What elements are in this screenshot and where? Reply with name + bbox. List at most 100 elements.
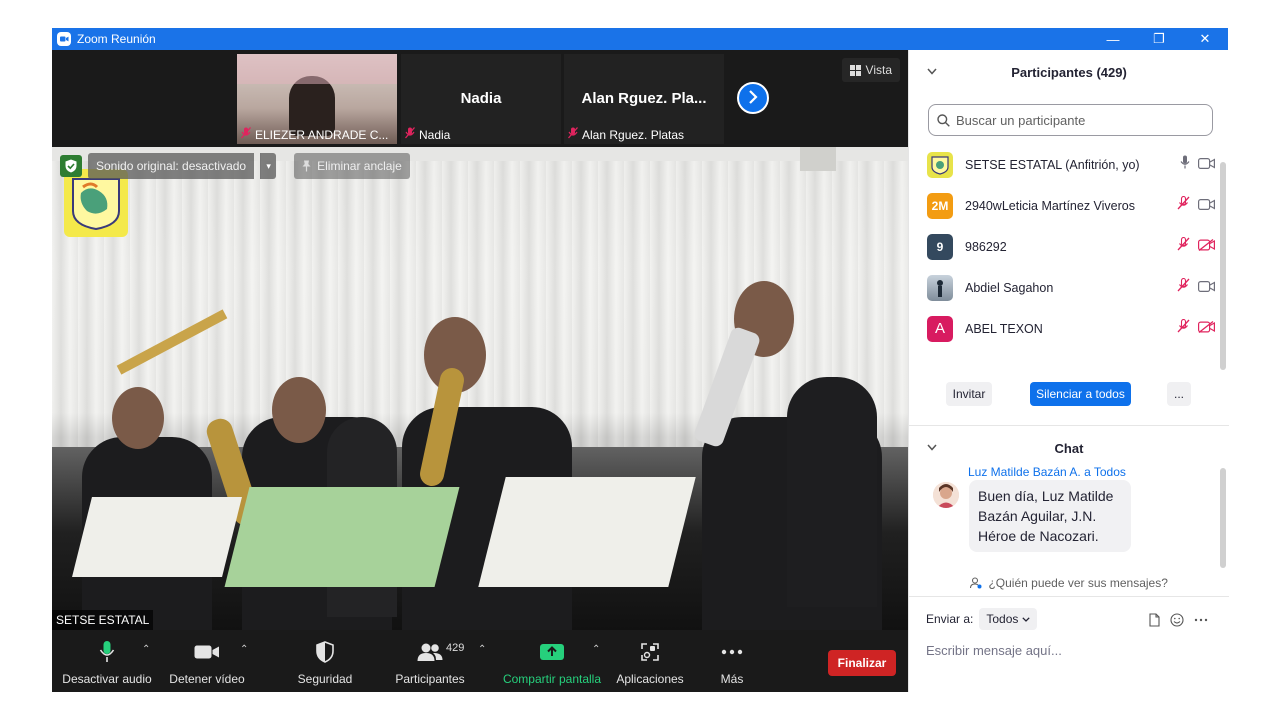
- chat-title: Chat: [1054, 440, 1084, 456]
- participant-name: Abdiel Sagahon: [965, 280, 1054, 295]
- video-tile[interactable]: ELIEZER ANDRADE C...: [237, 54, 397, 144]
- avatar: A: [927, 315, 953, 342]
- video-off-icon[interactable]: [1198, 320, 1215, 338]
- chat-sender[interactable]: Luz Matilde Bazán A. a Todos: [968, 465, 1126, 479]
- tile-label-text: Nadia: [419, 127, 451, 142]
- participant-search[interactable]: [928, 104, 1213, 136]
- chevron-down-icon: [1022, 616, 1031, 622]
- chevron-down-icon: ▾: [266, 160, 271, 171]
- mute-audio-button[interactable]: Desactivar audio: [62, 630, 152, 692]
- chat-message: Buen día, Luz Matilde Bazán Aguilar, J.N…: [969, 480, 1131, 552]
- participants-button[interactable]: Participantes: [390, 630, 470, 692]
- stop-video-button[interactable]: Detener vídeo: [167, 630, 247, 692]
- collapse-chevron-icon[interactable]: [927, 66, 937, 78]
- participant-row[interactable]: A ABEL TEXON: [909, 308, 1219, 349]
- tile-name: Alan Rguez. Pla...: [581, 90, 707, 107]
- video-camera-icon[interactable]: [1198, 279, 1215, 297]
- video-options-caret[interactable]: ⌃: [240, 644, 248, 655]
- union-logo: [64, 169, 128, 237]
- video-tile[interactable]: Alan Rguez. Pla... Alan Rguez. Platas: [564, 54, 724, 144]
- original-sound-dropdown[interactable]: ▾: [260, 153, 277, 179]
- unpin-label: Eliminar anclaje: [317, 159, 402, 173]
- chat-avatar: [933, 482, 959, 508]
- more-options-button[interactable]: ...: [1167, 382, 1191, 406]
- message-visibility-text: ¿Quién puede ver sus mensajes?: [988, 576, 1168, 590]
- chat-tools: [1149, 613, 1208, 627]
- avatar: [927, 151, 953, 178]
- tile-label: ELIEZER ANDRADE C...: [241, 127, 388, 142]
- participant-row[interactable]: Abdiel Sagahon: [909, 267, 1219, 308]
- participant-row[interactable]: 9 986292: [909, 226, 1219, 267]
- tile-name: Nadia: [460, 90, 502, 107]
- end-meeting-button[interactable]: Finalizar: [828, 650, 896, 676]
- view-button[interactable]: Vista: [841, 58, 900, 82]
- person-lock-icon: [970, 577, 982, 592]
- window-title: Zoom Reunión: [77, 32, 156, 46]
- participant-row[interactable]: 2M 2940wLeticia Martínez Viveros: [909, 185, 1219, 226]
- musician-head: [272, 377, 326, 443]
- more-button[interactable]: Más: [707, 630, 757, 692]
- apps-button[interactable]: Aplicaciones: [612, 630, 688, 692]
- search-input[interactable]: [956, 112, 1196, 128]
- mute-all-button[interactable]: Silenciar a todos: [1030, 382, 1131, 406]
- grid-icon: [849, 64, 861, 76]
- encryption-shield-icon[interactable]: [60, 155, 82, 177]
- more-dots-icon[interactable]: [1194, 618, 1208, 622]
- avatar: [927, 274, 953, 301]
- wall-background: [237, 54, 397, 84]
- view-button-label: Vista: [865, 63, 892, 77]
- mic-muted-icon[interactable]: [1177, 318, 1190, 338]
- title-bar: Zoom Reunión — ❐ ✕: [52, 28, 1228, 50]
- send-to-label: Enviar a:: [926, 612, 974, 626]
- share-screen-button[interactable]: Compartir pantalla: [500, 630, 604, 692]
- music-stand: [224, 487, 460, 587]
- participants-options-caret[interactable]: ⌃: [478, 644, 486, 655]
- participants-scrollbar[interactable]: [1220, 162, 1226, 370]
- tile-label-text: ELIEZER ANDRADE C...: [255, 127, 389, 142]
- microphone-icon[interactable]: [1180, 155, 1190, 174]
- video-off-icon[interactable]: [1198, 238, 1215, 256]
- participants-label: Participantes: [395, 672, 465, 686]
- video-tile[interactable]: Nadia Nadia: [401, 54, 561, 144]
- chevron-right-icon: [747, 88, 759, 109]
- participant-name: SETSE ESTATAL (Anfitrión, yo): [965, 157, 1140, 172]
- recipient-dropdown[interactable]: Todos: [979, 608, 1038, 630]
- tile-label: Nadia: [405, 127, 450, 142]
- next-page-button[interactable]: [737, 82, 769, 114]
- mic-muted-icon[interactable]: [1177, 277, 1190, 297]
- invite-button[interactable]: Invitar: [946, 382, 992, 406]
- tile-label: Alan Rguez. Platas: [568, 127, 684, 142]
- participant-row[interactable]: SETSE ESTATAL (Anfitrión, yo): [909, 144, 1219, 185]
- collapse-chevron-icon[interactable]: [927, 442, 937, 454]
- mute-audio-label: Desactivar audio: [62, 672, 152, 686]
- video-camera-icon[interactable]: [1198, 197, 1215, 215]
- video-camera-icon[interactable]: [1198, 156, 1215, 174]
- original-sound-button[interactable]: Sonido original: desactivado: [88, 153, 255, 179]
- mic-muted-icon[interactable]: [1177, 236, 1190, 256]
- band-scene: [52, 281, 908, 630]
- divider: [909, 596, 1229, 597]
- share-options-caret[interactable]: ⌃: [592, 644, 600, 655]
- close-button[interactable]: ✕: [1182, 28, 1228, 50]
- chat-input[interactable]: [926, 638, 1216, 662]
- search-icon: [937, 113, 950, 127]
- apps-icon: [640, 638, 660, 666]
- recipient-value: Todos: [986, 612, 1019, 626]
- share-screen-label: Compartir pantalla: [502, 672, 602, 686]
- audio-options-caret[interactable]: ⌃: [142, 644, 150, 655]
- video-overlay-controls: Sonido original: desactivado ▾ Eliminar …: [60, 153, 410, 179]
- meeting-toolbar: Desactivar audio ⌃ Detener vídeo ⌃ Segur…: [52, 630, 908, 692]
- minimize-button[interactable]: —: [1090, 28, 1136, 50]
- emoji-icon[interactable]: [1170, 613, 1184, 627]
- mic-muted-icon[interactable]: [1177, 195, 1190, 215]
- participant-actions: Invitar Silenciar a todos ...: [909, 382, 1229, 412]
- side-panel: Participantes (429) SETSE ESTATAL (Anfit…: [908, 50, 1229, 692]
- send-to-row: Enviar a: Todos: [926, 608, 1038, 630]
- message-visibility-info[interactable]: ¿Quién puede ver sus mensajes?: [909, 576, 1229, 592]
- security-button[interactable]: Seguridad: [290, 630, 360, 692]
- restore-button[interactable]: ❐: [1136, 28, 1182, 50]
- file-icon[interactable]: [1149, 613, 1160, 627]
- chat-scrollbar[interactable]: [1220, 468, 1226, 568]
- participant-name: ABEL TEXON: [965, 321, 1043, 336]
- unpin-button[interactable]: Eliminar anclaje: [294, 153, 410, 179]
